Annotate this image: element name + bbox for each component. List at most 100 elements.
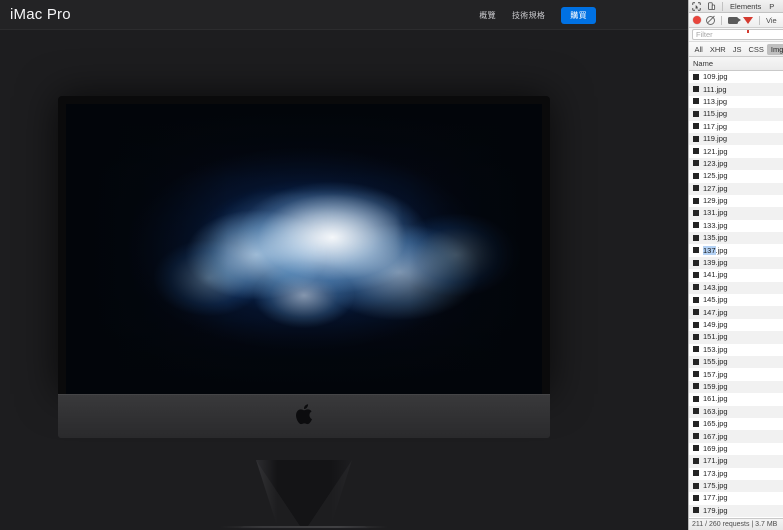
image-file-icon <box>693 358 699 365</box>
image-file-icon <box>693 247 699 254</box>
table-row[interactable]: 119.jpg <box>689 132 783 146</box>
column-header-name[interactable]: Name <box>689 57 783 71</box>
type-filter-xhr[interactable]: XHR <box>706 44 729 55</box>
buy-button[interactable]: 購買 <box>561 6 596 24</box>
image-file-icon <box>693 433 699 440</box>
record-icon[interactable] <box>693 16 701 24</box>
navbar-links: 概覽 技術規格 購買 <box>479 0 596 30</box>
table-row[interactable]: 117.jpg <box>689 120 783 133</box>
table-row[interactable]: 115.jpg <box>689 108 783 121</box>
table-row[interactable]: 175.jpg <box>689 479 783 493</box>
table-row[interactable]: 167.jpg <box>689 430 783 443</box>
devtools-tabbar: Elements P <box>689 0 783 13</box>
request-name: 171.jpg <box>703 456 728 466</box>
table-row[interactable]: 153.jpg <box>689 343 783 356</box>
request-name: 147.jpg <box>703 307 728 317</box>
request-name: 135.jpg <box>703 233 728 243</box>
table-row[interactable]: 151.jpg <box>689 331 783 344</box>
imac-pro-product-image <box>58 96 550 530</box>
table-row[interactable]: 155.jpg <box>689 355 783 369</box>
table-row[interactable]: 141.jpg <box>689 269 783 282</box>
request-name: 161.jpg <box>703 394 728 404</box>
request-name: 169.jpg <box>703 443 728 453</box>
table-row[interactable]: 159.jpg <box>689 380 783 394</box>
table-row[interactable]: 177.jpg <box>689 492 783 505</box>
request-name: 131.jpg <box>703 208 728 218</box>
table-row[interactable]: 179.jpg <box>689 504 783 518</box>
screenshot-root: iMac Pro 概覽 技術規格 購買 Elements P Vie Filte… <box>0 0 783 530</box>
nav-link-tech-specs[interactable]: 技術規格 <box>512 10 545 21</box>
table-row[interactable]: 127.jpg <box>689 182 783 195</box>
inspect-element-icon[interactable] <box>691 1 702 12</box>
table-row[interactable]: 129.jpg <box>689 194 783 208</box>
image-file-icon <box>693 123 699 130</box>
network-request-list[interactable]: 109.jpg 111.jpg 113.jpg 115.jpg 117.jpg 119.j… <box>689 71 783 518</box>
display-stand-neck <box>256 460 352 530</box>
table-row[interactable]: 137.jpg <box>689 244 783 257</box>
wallpaper-highlight <box>209 193 399 294</box>
selected-text: 137 <box>703 245 716 255</box>
table-row[interactable]: 147.jpg <box>689 306 783 319</box>
type-filter-js[interactable]: JS <box>729 44 745 55</box>
image-file-icon <box>693 98 699 105</box>
table-row[interactable]: 123.jpg <box>689 157 783 171</box>
image-file-icon <box>693 408 699 415</box>
table-row[interactable]: 145.jpg <box>689 294 783 307</box>
request-name: 177.jpg <box>703 493 728 503</box>
table-row[interactable]: 135.jpg <box>689 232 783 245</box>
table-row[interactable]: 173.jpg <box>689 467 783 480</box>
wallpaper-vignette-right <box>408 104 542 394</box>
clear-icon[interactable] <box>706 15 715 25</box>
request-name: 113.jpg <box>703 96 728 106</box>
type-filter-img[interactable]: Img <box>767 43 783 55</box>
table-row[interactable]: 169.jpg <box>689 442 783 456</box>
wallpaper-vignette-left <box>66 104 228 394</box>
funnel-icon[interactable] <box>743 16 753 33</box>
filter-bar <box>689 28 783 42</box>
table-row[interactable]: 139.jpg <box>689 256 783 270</box>
table-row[interactable]: 161.jpg <box>689 393 783 406</box>
table-row[interactable]: 113.jpg <box>689 95 783 109</box>
type-filter-all[interactable]: All <box>691 44 706 55</box>
table-row[interactable]: 149.jpg <box>689 318 783 332</box>
table-row[interactable]: 165.jpg <box>689 417 783 431</box>
table-row[interactable]: 133.jpg <box>689 219 783 233</box>
view-label[interactable]: Vie <box>766 16 777 25</box>
request-name: 163.jpg <box>703 406 728 416</box>
request-name: 139.jpg <box>703 258 728 268</box>
table-row[interactable]: 109.jpg <box>689 71 783 84</box>
image-file-icon <box>693 222 699 229</box>
table-row[interactable]: 125.jpg <box>689 170 783 183</box>
table-row[interactable]: 131.jpg <box>689 207 783 220</box>
type-filter-css[interactable]: CSS <box>745 44 767 55</box>
filter-input[interactable] <box>692 29 783 40</box>
request-name: 111.jpg <box>703 84 727 94</box>
toolbar-divider <box>721 15 722 25</box>
network-toolbar: Vie <box>689 13 783 33</box>
request-name: 129.jpg <box>703 196 728 206</box>
image-file-icon <box>693 172 699 179</box>
image-file-icon <box>693 445 699 452</box>
device-toolbar-icon[interactable] <box>706 1 717 12</box>
site-navbar: iMac Pro 概覽 技術規格 購買 <box>0 0 688 30</box>
image-file-icon <box>693 346 699 353</box>
table-row[interactable]: 163.jpg <box>689 405 783 418</box>
image-file-icon <box>693 333 699 340</box>
toolbar-divider-2 <box>759 15 760 25</box>
image-file-icon <box>693 482 699 489</box>
nav-link-overview[interactable]: 概覽 <box>479 10 496 21</box>
camera-icon[interactable] <box>728 16 741 24</box>
tabbar-divider <box>722 1 723 11</box>
image-file-icon <box>693 209 699 216</box>
table-row[interactable]: 121.jpg <box>689 145 783 158</box>
tab-elements[interactable]: Elements <box>728 2 763 11</box>
page-title: iMac Pro <box>10 6 71 23</box>
request-name: 115.jpg <box>703 109 728 119</box>
tab-next-truncated[interactable]: P <box>767 2 776 11</box>
image-file-icon <box>693 197 699 204</box>
table-row[interactable]: 157.jpg <box>689 368 783 381</box>
apple-logo-icon <box>295 403 314 426</box>
table-row[interactable]: 111.jpg <box>689 83 783 96</box>
table-row[interactable]: 143.jpg <box>689 281 783 295</box>
table-row[interactable]: 171.jpg <box>689 455 783 468</box>
